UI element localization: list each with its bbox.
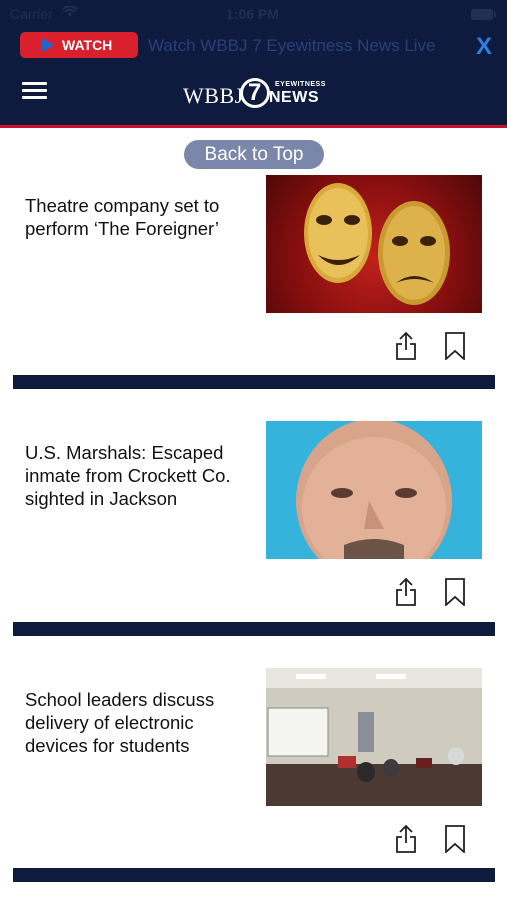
wifi-icon [62,6,78,17]
watch-label: WATCH [62,37,113,53]
clock: 1:06 PM [226,6,279,22]
bookmark-icon[interactable] [444,578,466,606]
meeting-room-image[interactable] [266,668,482,806]
inmate-photo-image[interactable] [266,421,482,559]
article-title[interactable]: Theatre company set to perform ‘The Fore… [25,194,250,240]
article-divider [13,375,495,389]
hamburger-menu-icon[interactable] [22,82,47,100]
logo-eyewitness: EYEWITNESS [275,81,326,88]
logo-news: NEWS [269,89,319,106]
article-divider [13,868,495,882]
logo-wordmark: WBBJ [183,83,244,108]
live-ticker-text[interactable]: Watch WBBJ 7 Eyewitness News Live [148,36,436,56]
battery-icon [471,9,496,20]
close-banner-button[interactable]: X [476,33,492,61]
bookmark-icon[interactable] [444,825,466,853]
article-divider [13,622,495,636]
masks-illustration [304,183,450,305]
station-logo[interactable]: WBBJ 7 EYEWITNESS NEWS [183,78,333,110]
share-icon[interactable] [394,577,418,607]
watch-live-button[interactable]: WATCH [20,32,138,58]
status-bar: Carrier 1:06 PM [0,0,507,28]
mugshot-illustration [296,421,452,559]
back-to-top-button[interactable]: Back to Top [184,140,324,169]
share-icon[interactable] [394,331,418,361]
share-icon[interactable] [394,824,418,854]
play-icon [42,38,54,52]
article-title[interactable]: U.S. Marshals: Escaped inmate from Crock… [25,441,250,510]
header-accent-line [0,125,507,128]
logo-seven-circle: 7 [240,78,270,108]
meeting-illustration [266,668,482,806]
theatre-masks-image[interactable] [266,175,482,313]
carrier-label: Carrier [10,6,53,22]
article-title[interactable]: School leaders discuss delivery of elect… [25,688,250,757]
bookmark-icon[interactable] [444,332,466,360]
